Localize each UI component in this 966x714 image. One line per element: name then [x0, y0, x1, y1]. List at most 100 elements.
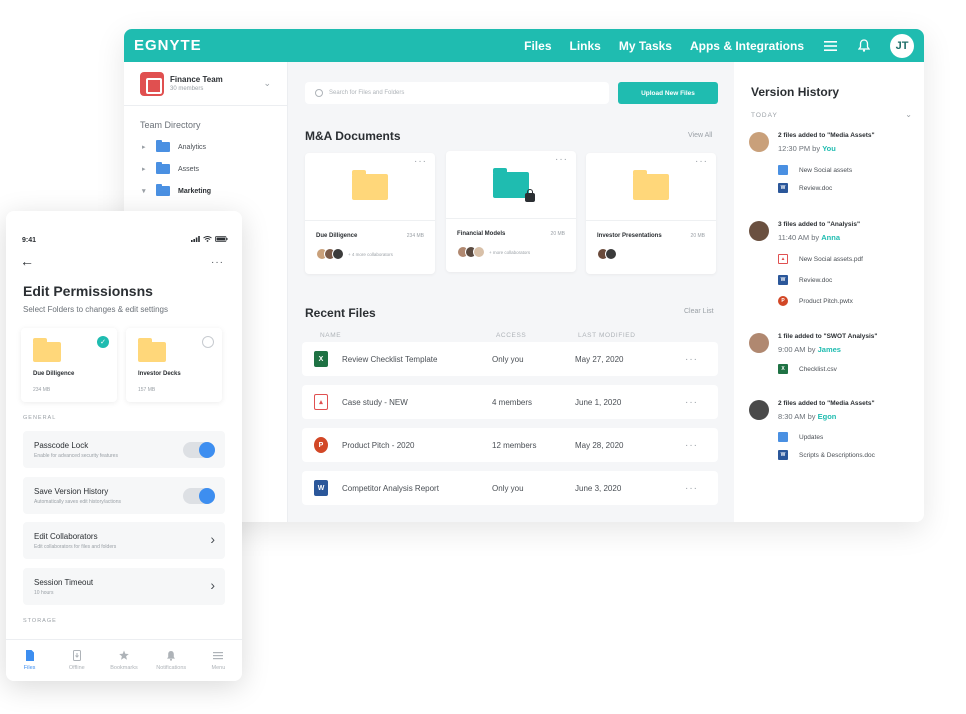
setting-title: Session Timeout [34, 578, 94, 587]
setting-session-timeout[interactable]: Session Timeout 10 hours › [23, 568, 225, 605]
more-options-icon[interactable]: ··· [695, 156, 708, 167]
more-options-icon[interactable]: ··· [211, 257, 224, 268]
time-text: 8:30 AM by [778, 412, 816, 421]
table-row[interactable]: ▴ Case study - NEW 4 members June 1, 202… [302, 385, 718, 419]
chevron-right-icon[interactable]: › [210, 531, 215, 547]
user-name: Anna [821, 233, 840, 242]
card-size: 234 MB [406, 233, 424, 239]
folder-icon [138, 338, 166, 362]
back-arrow-icon[interactable]: ← [20, 253, 34, 269]
save-version-history-toggle[interactable] [183, 488, 215, 504]
history-file[interactable]: W Scripts & Descriptions.doc [778, 450, 875, 460]
chevron-right-icon[interactable]: ▸ [142, 143, 152, 151]
setting-edit-collaborators[interactable]: Edit Collaborators Edit collaborators fo… [23, 522, 225, 559]
history-file[interactable]: Updates [778, 432, 823, 442]
nav-files[interactable]: Files [524, 39, 551, 53]
column-header-last-modified[interactable]: LAST MODIFIED [578, 332, 636, 339]
more-options-icon[interactable]: ··· [555, 154, 568, 165]
file-modified: May 27, 2020 [575, 354, 624, 364]
history-file[interactable]: New Social assets [778, 165, 852, 175]
history-file[interactable]: ▴ New Social assets.pdf [778, 254, 863, 264]
star-icon [119, 650, 129, 660]
collaborators: + 4 more collaborators [316, 248, 393, 260]
table-row[interactable]: P Product Pitch - 2020 12 members May 28… [302, 428, 718, 462]
folder-card[interactable]: ··· Financial Models 20 MB + more collab… [446, 151, 576, 272]
folder-card[interactable]: ··· Due Dilligence 234 MB + 4 more colla… [305, 153, 435, 274]
history-file[interactable]: W Review.doc [778, 183, 832, 193]
history-file-name: Review.doc [799, 184, 833, 192]
column-header-access[interactable]: ACCESS [496, 332, 526, 339]
file-name: Review Checklist Template [342, 354, 438, 364]
avatar [605, 248, 617, 260]
history-file-name: New Social assets [799, 166, 853, 174]
history-entry-time: 8:30 AM by Egon [778, 412, 836, 421]
tab-menu[interactable]: Menu [195, 640, 242, 681]
folder-card[interactable]: ··· Investor Presentations 20 MB [586, 153, 716, 274]
search-input[interactable]: Search for Files and Folders [305, 82, 609, 104]
chevron-down-icon[interactable]: ⌄ [905, 110, 912, 119]
folder-select-card[interactable]: Investor Decks 157 MB [126, 328, 222, 402]
bell-icon[interactable] [856, 38, 872, 54]
clear-list-link[interactable]: Clear List [684, 308, 714, 315]
user-name: Egon [817, 412, 837, 421]
tab-files[interactable]: Files [6, 640, 53, 681]
chevron-right-icon[interactable]: ▸ [142, 165, 152, 173]
passcode-lock-toggle[interactable] [183, 442, 215, 458]
team-logo-icon [140, 71, 164, 96]
setting-passcode-lock[interactable]: Passcode Lock Enable for advanced securi… [23, 431, 225, 468]
more-options-icon[interactable]: ··· [685, 440, 698, 451]
team-name: Finance Team [170, 75, 223, 84]
more-options-icon[interactable]: ··· [414, 156, 427, 167]
radio-button[interactable] [202, 336, 214, 348]
chevron-down-icon[interactable]: ⌄ [263, 78, 271, 89]
today-label: TODAY [751, 112, 778, 119]
status-time: 9:41 [22, 237, 37, 244]
tab-label: Bookmarks [110, 665, 138, 671]
sidebar-item-label: Analytics [178, 143, 207, 151]
team-switcher[interactable]: Finance Team 30 members ⌄ [124, 62, 287, 106]
tab-bookmarks[interactable]: Bookmarks [100, 640, 147, 681]
checkmark-icon[interactable]: ✓ [97, 336, 109, 348]
sidebar-item-assets[interactable]: ▸ Assets [124, 158, 287, 180]
history-file[interactable]: P Product Pitch.pwtx [778, 296, 853, 306]
sidebar-item-marketing[interactable]: ▾ Marketing [124, 180, 287, 202]
setting-subtitle: 10 hours [34, 590, 54, 596]
table-row[interactable]: X Review Checklist Template Only you May… [302, 342, 718, 376]
more-options-icon[interactable]: ··· [685, 354, 698, 365]
tab-offline[interactable]: Offline [53, 640, 100, 681]
setting-save-version-history[interactable]: Save Version History Automatically saves… [23, 477, 225, 514]
file-name: Case study - NEW [342, 397, 408, 407]
sidebar-item-label: Marketing [178, 187, 212, 195]
setting-title: Edit Collaborators [34, 532, 98, 541]
hamburger-menu-icon[interactable] [822, 38, 838, 54]
powerpoint-file-icon: P [778, 296, 788, 306]
lock-icon [525, 188, 535, 202]
history-file[interactable]: X Checklist.csv [778, 364, 837, 374]
more-options-icon[interactable]: ··· [685, 397, 698, 408]
egnyte-logo[interactable]: EGNYTE [134, 37, 202, 54]
table-row[interactable]: W Competitor Analysis Report Only you Ju… [302, 471, 718, 505]
chevron-right-icon[interactable]: › [210, 577, 215, 593]
folder-select-card[interactable]: ✓ Due Dilligence 234 MB [21, 328, 117, 402]
nav-apps-integrations[interactable]: Apps & Integrations [690, 39, 804, 53]
nav-links[interactable]: Links [570, 39, 601, 53]
more-options-icon[interactable]: ··· [685, 483, 698, 494]
user-avatar[interactable]: JT [890, 33, 914, 58]
file-access: 4 members [492, 397, 533, 407]
folder-size: 234 MB [33, 387, 51, 393]
tab-notifications[interactable]: Notifications [148, 640, 195, 681]
file-access: 12 members [492, 440, 537, 450]
history-file[interactable]: W Review.doc [778, 275, 832, 285]
chevron-down-icon[interactable]: ▾ [142, 187, 152, 195]
nav-my-tasks[interactable]: My Tasks [619, 39, 672, 53]
history-entry-time: 11:40 AM by Anna [778, 233, 840, 242]
sidebar-item-analytics[interactable]: ▸ Analytics [124, 136, 287, 158]
bottom-tab-bar: Files Offline Bookmarks Notifications Me… [6, 639, 242, 681]
ma-documents-title: M&A Documents [305, 129, 401, 143]
view-all-link[interactable]: View All [688, 132, 712, 139]
column-header-name[interactable]: NAME [320, 332, 341, 339]
bell-icon [167, 651, 176, 661]
file-modified: June 3, 2020 [575, 483, 622, 493]
upload-new-files-button[interactable]: Upload New Files [618, 82, 718, 104]
setting-subtitle: Automatically saves edit history/actions [34, 499, 121, 505]
